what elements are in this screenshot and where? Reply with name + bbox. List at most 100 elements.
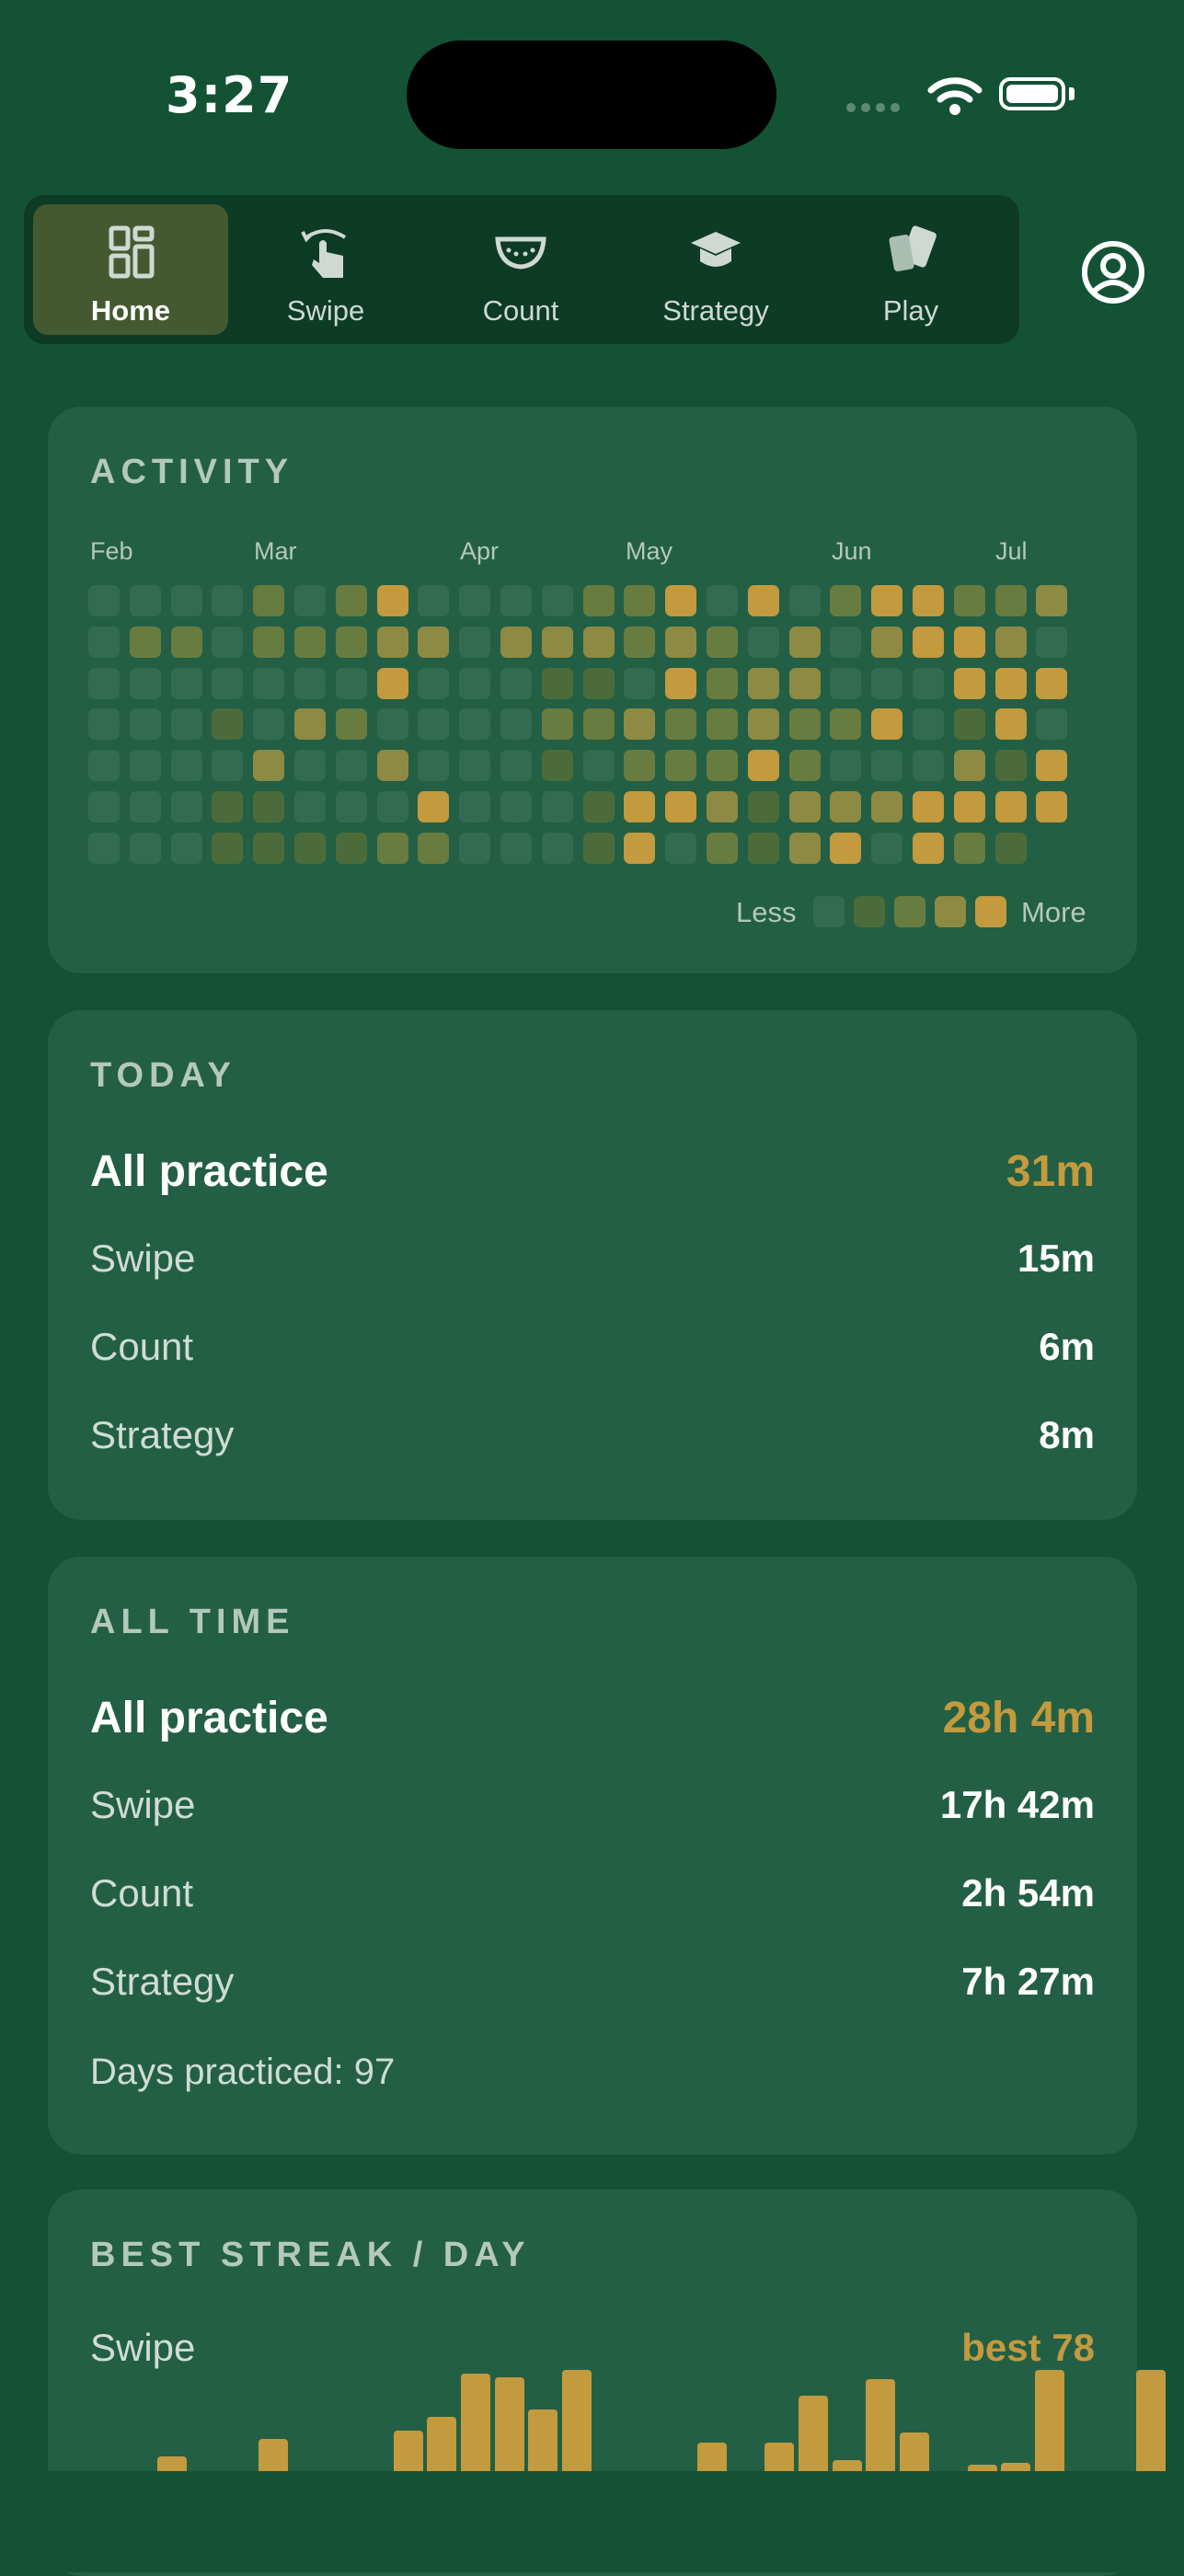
activity-cell [294,791,326,822]
all-time-row-swipe: Swipe 17h 42m [90,1783,1095,1838]
month-label: Jun [832,537,872,565]
activity-cell [788,791,821,822]
row-label: All practice [90,1694,328,1742]
activity-cell [253,832,285,864]
tab-play[interactable]: Play [813,204,1008,335]
days-practiced: Days practiced: 97 [90,2052,396,2092]
signal-dot-icon [846,103,856,112]
today-row-count: Count 6m [90,1325,1095,1380]
today-row-swipe: Swipe 15m [90,1236,1095,1292]
activity-cell [294,667,326,699]
activity-cell [1036,667,1068,699]
activity-cell [376,626,408,658]
activity-cell [253,585,285,616]
activity-cell [871,667,903,699]
activity-cell [707,626,738,658]
dynamic-island [407,40,776,149]
activity-cell [624,708,656,741]
swipe-hand-icon [301,229,347,278]
row-value: 15m [1017,1236,1095,1280]
activity-cell [294,708,326,741]
activity-cell [294,626,326,658]
activity-cell [253,750,285,782]
activity-cell [582,750,615,782]
activity-cell [665,832,697,864]
activity-cell [871,708,903,741]
activity-cell [459,791,491,822]
activity-cell [170,832,202,864]
activity-cell [335,832,367,864]
activity-cell [88,832,120,864]
activity-cell [871,750,903,782]
activity-cell [129,667,161,699]
row-label: Strategy [90,1960,235,2003]
activity-cell [129,791,161,822]
activity-cell [953,791,985,822]
activity-cell [707,708,738,741]
activity-cell [418,626,450,658]
activity-cell [707,832,738,864]
activity-cell [88,626,120,658]
activity-cell [500,667,532,699]
activity-cell [624,626,656,658]
activity-cell [624,750,656,782]
activity-cell [541,832,573,864]
tab-home[interactable]: Home [33,204,228,335]
activity-cell [953,626,985,658]
activity-cell [418,708,450,741]
streak-best-value: best 78 [961,2326,1095,2369]
activity-cell [747,708,779,741]
activity-cell [376,832,408,864]
row-label: All practice [90,1147,328,1196]
tab-label: Strategy [662,294,769,327]
activity-cell [624,832,656,864]
row-label: Count [90,1871,194,1915]
activity-cell [830,585,862,616]
best-streak-title: BEST STREAK / DAY [90,2236,531,2274]
activity-cell [376,667,408,699]
activity-cell [830,626,862,658]
activity-cell [212,791,244,822]
activity-cell [500,585,532,616]
tab-strategy[interactable]: Strategy [618,204,813,335]
activity-cell [129,708,161,741]
row-value: 17h 42m [939,1783,1095,1826]
tab-count[interactable]: Count [423,204,618,335]
activity-title: ACTIVITY [90,453,294,491]
activity-cell [459,750,491,782]
row-value: 2h 54m [961,1871,1095,1915]
activity-cell [418,585,450,616]
activity-cell [871,626,903,658]
activity-cell [335,626,367,658]
month-label: Feb [90,537,133,565]
activity-cell [665,626,697,658]
activity-cell [418,791,450,822]
activity-cell [624,667,656,699]
activity-cell [747,626,779,658]
activity-cell [541,750,573,782]
activity-cell [830,832,862,864]
activity-cell [294,832,326,864]
activity-cell [582,585,615,616]
activity-cell [541,585,573,616]
row-label: Count [90,1325,194,1368]
activity-cell [788,585,821,616]
legend-cell [813,896,845,927]
month-label: Apr [460,537,500,565]
activity-cell [953,585,985,616]
activity-cell [871,585,903,616]
activity-cell [376,750,408,782]
battery-icon [999,77,1065,110]
tab-swipe[interactable]: Swipe [228,204,423,335]
activity-cell [994,832,1027,864]
dashboard-icon [109,225,155,279]
profile-icon[interactable] [1080,239,1146,305]
activity-cell [747,791,779,822]
cards-icon [889,225,937,271]
wifi-icon [927,77,983,115]
all-time-card: ALL TIME All practice 28h 4m Swipe 17h 4… [48,1557,1137,2155]
activity-cell [459,667,491,699]
activity-card: ACTIVITY Feb Mar Apr May Jun Jul Less Mo… [48,407,1137,973]
activity-cell [500,708,532,741]
all-time-row-strategy: Strategy 7h 27m [90,1960,1095,2015]
